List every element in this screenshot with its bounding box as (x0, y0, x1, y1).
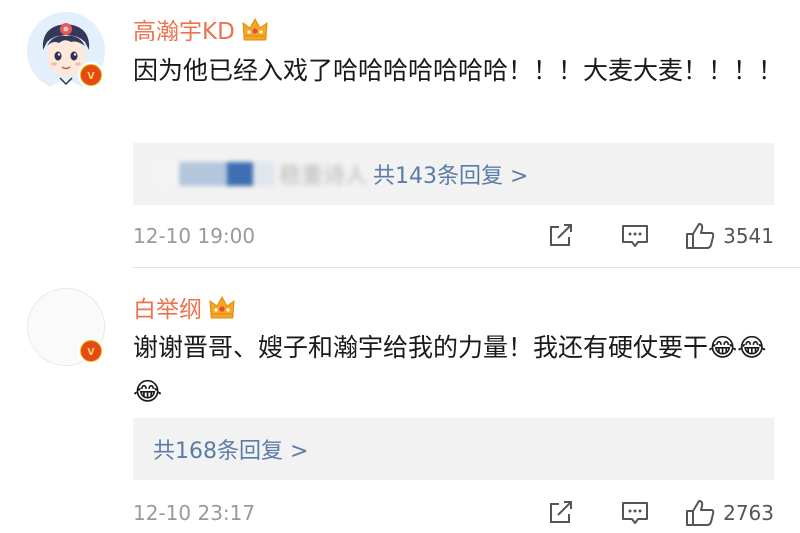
comment-item: v 高瀚宇KD 因为他已经入戏了哈哈哈哈哈哈哈！！！大麦大麦！！！！ 稳重诗人 … (0, 0, 800, 268)
share-button[interactable] (547, 223, 575, 249)
comment-meta: 12-10 19:00 3541 (133, 221, 774, 251)
username[interactable]: 高瀚宇KD (133, 12, 269, 46)
action-bar: 2763 (547, 499, 774, 527)
comment-text-body: 谢谢晋哥、嫂子和瀚宇给我的力量！我还有硬仗要干 (133, 333, 709, 362)
emoji-laughing-icon: 😂 (737, 333, 767, 362)
username-text[interactable]: 高瀚宇KD (133, 12, 235, 46)
blurred-text: 稳重诗人 (279, 164, 368, 189)
verified-v-icon: v (80, 64, 102, 86)
share-icon (550, 501, 573, 523)
comment-button[interactable] (621, 500, 649, 526)
action-bar: 3541 (547, 222, 774, 250)
like-count: 2763 (723, 501, 774, 525)
view-replies-link[interactable]: 共143条回复 > (373, 158, 528, 190)
like-button[interactable]: 3541 (685, 222, 774, 250)
verified-badge: v (78, 62, 104, 88)
comment-text: 因为他已经入戏了哈哈哈哈哈哈哈！！！大麦大麦！！！！ (133, 56, 784, 85)
share-icon (550, 224, 573, 246)
share-button[interactable] (547, 500, 575, 526)
like-icon (686, 500, 715, 526)
verified-badge: v (78, 338, 104, 364)
replies-box[interactable]: 稳重诗人 共143条回复 > (133, 143, 774, 205)
emoji-laughing-icon: 😂 (708, 333, 738, 362)
comment-button[interactable] (621, 223, 649, 249)
like-icon (686, 223, 715, 249)
emoji-laughing-icon: 😂 (133, 377, 163, 406)
crown-icon (208, 294, 236, 320)
username-text[interactable]: 白举纲 (133, 290, 202, 324)
timestamp: 12-10 23:17 (133, 501, 256, 525)
like-count: 3541 (723, 224, 774, 248)
comment-meta: 12-10 23:17 2763 (133, 498, 774, 528)
comment-icon (622, 225, 649, 247)
username[interactable]: 白举纲 (133, 290, 236, 324)
comment-icon (622, 502, 649, 524)
comment-text: 谢谢晋哥、嫂子和瀚宇给我的力量！我还有硬仗要干😂😂😂 (133, 326, 783, 414)
timestamp: 12-10 19:00 (133, 224, 256, 248)
blurred-reply-preview: 稳重诗人 (153, 158, 367, 190)
replies-box[interactable]: 共168条回复 > (133, 418, 774, 480)
like-button[interactable]: 2763 (685, 499, 774, 527)
view-replies-link[interactable]: 共168条回复 > (153, 433, 308, 465)
comment-item: v 白举纲 谢谢晋哥、嫂子和瀚宇给我的力量！我还有硬仗要干😂😂😂 共168条回复… (0, 268, 800, 533)
verified-v-icon: v (80, 340, 102, 362)
crown-icon (241, 16, 269, 42)
